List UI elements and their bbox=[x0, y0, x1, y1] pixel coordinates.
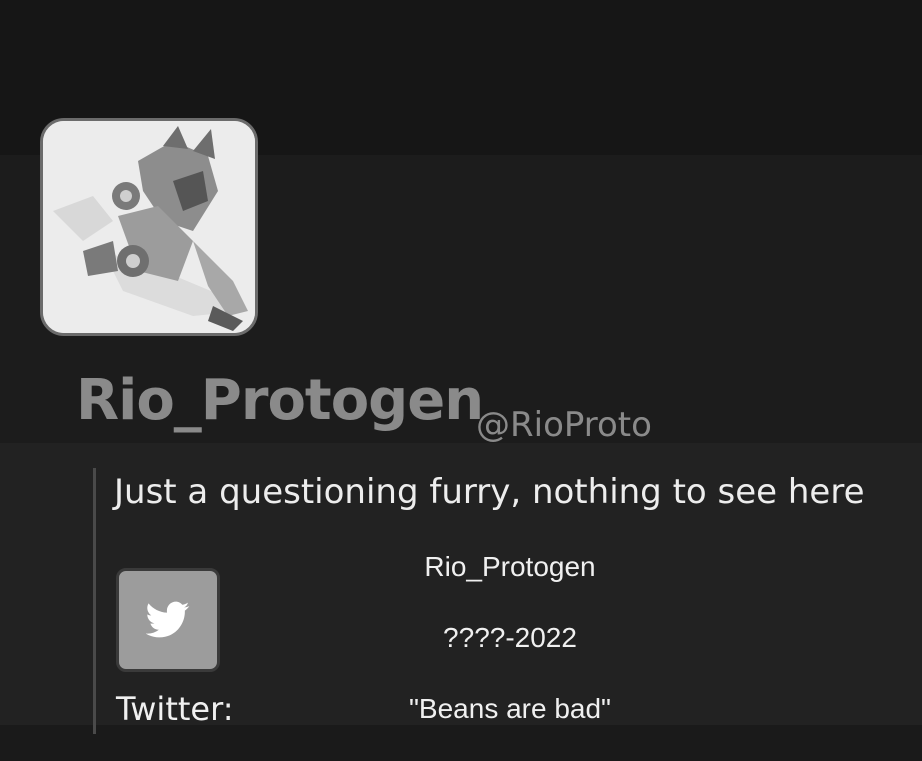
user-handle: @RioProto bbox=[476, 405, 652, 445]
twitter-bird-icon bbox=[146, 601, 190, 638]
info-quote: "Beans are bad" bbox=[408, 693, 611, 724]
bio-text: Just a questioning furry, nothing to see… bbox=[114, 472, 865, 512]
avatar-image bbox=[43, 121, 255, 333]
avatar[interactable] bbox=[40, 118, 258, 336]
twitter-label: Twitter: bbox=[116, 690, 234, 728]
twitter-button[interactable] bbox=[116, 568, 220, 672]
info-name: Rio_Protogen bbox=[424, 551, 596, 582]
quote-divider bbox=[93, 468, 96, 734]
footer-band bbox=[0, 725, 922, 761]
display-name: Rio_Protogen bbox=[76, 368, 484, 433]
info-years: ????-2022 bbox=[443, 622, 577, 653]
